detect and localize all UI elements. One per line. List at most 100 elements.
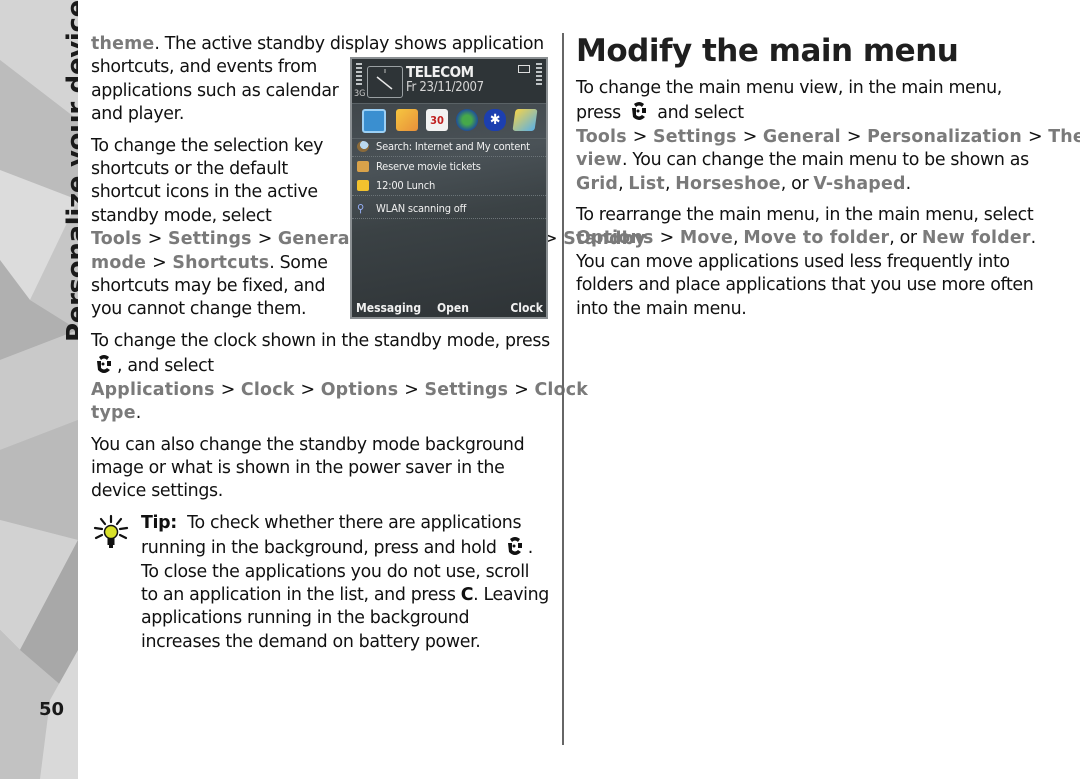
option-new-folder: New folder — [921, 228, 1031, 249]
option-horseshoe: Horseshoe — [675, 173, 781, 194]
search-icon — [357, 141, 369, 152]
tip-box: Tip: To check whether there are applicat… — [91, 512, 551, 654]
comma: , — [664, 173, 676, 194]
option-move-to-folder: Move to folder — [743, 228, 890, 249]
para-text-mid: and select — [657, 103, 744, 124]
path-separator: > — [404, 379, 419, 400]
path-separator: > — [632, 126, 648, 147]
phone-standby-screenshot: 3G TELECOM Fr 23/11/2007 30 ✱ Search: In… — [350, 57, 548, 319]
option-grid: Grid — [576, 173, 619, 194]
paragraph-background: You can also change the standby mode bac… — [91, 434, 525, 502]
comma: , — [733, 228, 744, 249]
path-separator: > — [220, 379, 236, 400]
item-label: Reserve movie tickets — [376, 160, 481, 173]
menu-key-icon — [632, 102, 647, 121]
item-label: Search: Internet and My content — [376, 140, 530, 153]
battery-level-icon — [536, 63, 542, 87]
path-separator: > — [152, 252, 167, 273]
menu-path-settings: Settings — [168, 229, 252, 250]
or-text: , or — [780, 173, 814, 194]
maps-icon[interactable] — [512, 109, 538, 131]
or-text: , or — [889, 228, 922, 249]
menu-path-tools: Tools — [576, 126, 627, 147]
para3-text-after: . — [135, 403, 142, 424]
option-move: Move — [679, 228, 734, 249]
web-icon[interactable] — [456, 109, 478, 131]
menu-path-applications: Applications — [91, 379, 215, 400]
option-list: List — [628, 173, 665, 194]
menu-path-options: Options — [576, 228, 654, 249]
column-divider — [562, 33, 564, 745]
tip-label: Tip: — [141, 512, 177, 533]
wlan-icon: ⚲ — [357, 202, 365, 215]
para-text-after: . — [905, 173, 912, 194]
analog-clock-icon — [367, 66, 403, 98]
comma: , — [618, 173, 629, 194]
list-item[interactable]: Reserve movie tickets — [352, 157, 546, 176]
path-separator: > — [257, 229, 273, 250]
path-separator: > — [514, 379, 529, 400]
para-text-mid2: . You can change the main menu to be sho… — [621, 150, 1029, 171]
item-label: WLAN scanning off — [376, 202, 467, 215]
tip-text-before: To check whether there are applications … — [141, 512, 527, 559]
menu-path-settings: Settings — [424, 379, 509, 400]
menu-path-clock: Clock — [240, 379, 295, 400]
para1-text: . The active standby display shows appli… — [154, 34, 544, 54]
calendar-icon[interactable]: 30 — [426, 109, 448, 131]
highlight-theme: theme — [91, 34, 155, 54]
path-separator: > — [147, 229, 163, 250]
paragraph-clock: To change the clock shown in the standby… — [91, 330, 588, 426]
battery-icon — [518, 65, 530, 73]
status-area: 3G TELECOM Fr 23/11/2007 — [352, 59, 546, 103]
softkey-middle[interactable]: Open — [437, 301, 469, 315]
menu-path-themes: Themes — [1048, 126, 1080, 147]
menu-path-tools: Tools — [91, 229, 142, 250]
right-column: Modify the main menu To change the main … — [576, 33, 1080, 329]
contacts-icon[interactable] — [362, 109, 386, 133]
menu-path-settings: Settings — [653, 126, 737, 147]
menu-key-icon — [97, 355, 111, 374]
softkey-left[interactable]: Messaging — [356, 301, 421, 315]
paragraph-selection-keys: To change the selection key shortcuts or… — [91, 135, 646, 322]
paragraph-menu-view: To change the main menu view, in the mai… — [576, 77, 1080, 196]
operator-name: TELECOM — [406, 63, 474, 81]
messaging-icon[interactable] — [396, 109, 418, 131]
para1-text-wrapped: shortcuts, and events from applications … — [91, 57, 339, 125]
menu-path-personalization: Personalization — [867, 126, 1022, 147]
bluetooth-icon[interactable]: ✱ — [484, 109, 506, 131]
standby-items-list: Search: Internet and My content Reserve … — [352, 137, 546, 219]
path-separator: > — [300, 379, 315, 400]
para3-text-mid: , and select — [117, 356, 214, 377]
date-display: Fr 23/11/2007 — [406, 80, 484, 95]
section-heading: Modify the main menu — [576, 33, 959, 69]
menu-path-general: General — [277, 229, 356, 250]
list-item[interactable]: Search: Internet and My content — [352, 137, 546, 157]
item-label: 12:00 Lunch — [376, 179, 436, 192]
lightbulb-icon — [93, 514, 129, 548]
section-title: Personalize your device — [62, 0, 78, 342]
menu-path-options: Options — [320, 379, 399, 400]
list-item[interactable]: ⚲ WLAN scanning off — [352, 199, 546, 219]
softkey-right[interactable]: Clock — [510, 301, 543, 315]
calendar-note-icon — [357, 180, 369, 191]
softkey-bar: Messaging Open Clock — [352, 297, 546, 315]
menu-path-general: General — [762, 126, 841, 147]
para2-text-before: To change the selection key shortcuts or… — [91, 135, 324, 226]
chapter-sidebar: Personalize your device 50 — [0, 0, 78, 779]
list-item[interactable]: 12:00 Lunch — [352, 176, 546, 196]
page-number: 50 — [39, 699, 65, 720]
signal-strength-icon — [356, 63, 362, 87]
paragraph-rearrange: To rearrange the main menu, in the main … — [576, 204, 1038, 321]
menu-path-shortcuts: Shortcuts — [172, 252, 270, 273]
para3-text-before: To change the clock shown in the standby… — [91, 330, 550, 351]
network-type: 3G — [354, 89, 366, 99]
path-separator: > — [742, 126, 758, 147]
path-separator: > — [659, 228, 675, 249]
para-text-before: To rearrange the main menu, in the main … — [576, 205, 1034, 226]
option-v-shaped: V-shaped — [813, 173, 906, 194]
key-c: C — [460, 584, 474, 605]
handshake-icon — [357, 161, 369, 172]
shortcut-bar: 30 ✱ — [352, 103, 546, 139]
path-separator: > — [846, 126, 862, 147]
menu-key-icon — [507, 537, 522, 556]
